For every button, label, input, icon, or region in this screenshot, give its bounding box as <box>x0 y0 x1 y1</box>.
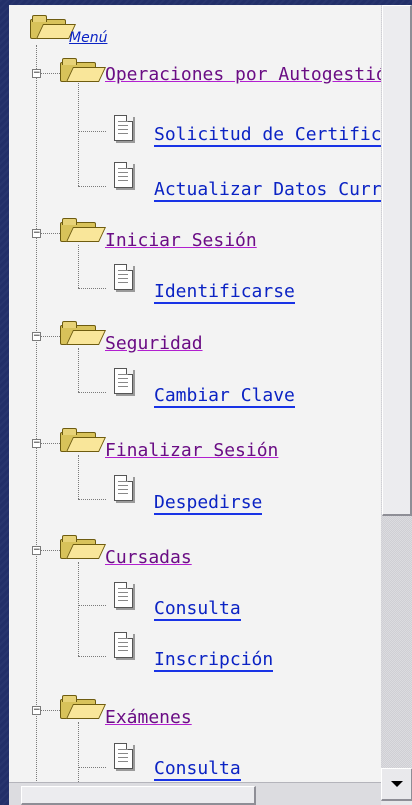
menu-root-link[interactable]: Menú <box>69 30 107 46</box>
vertical-scrollbar[interactable] <box>381 5 412 805</box>
group-folder-icon <box>59 425 106 452</box>
document-icon <box>114 368 133 394</box>
scroll-down-button[interactable] <box>381 768 412 801</box>
menu-tree-panel: Menú − Operaciones por Autogestión Solic… <box>9 5 381 805</box>
document-icon <box>114 475 133 501</box>
group-folder-icon <box>59 215 106 242</box>
item-despedirse-link[interactable]: Despedirse <box>154 493 263 515</box>
group-folder-icon <box>59 55 106 82</box>
root-folder-icon <box>29 12 76 39</box>
group-cursadas-link[interactable]: Cursadas <box>105 547 192 569</box>
scroll-thumb[interactable] <box>382 5 412 516</box>
horizontal-scrollbar[interactable] <box>9 782 381 805</box>
group-seguridad-link[interactable]: Seguridad <box>105 333 203 355</box>
collapse-toggle-icon[interactable]: − <box>32 229 41 238</box>
document-icon <box>114 162 133 188</box>
group-finalizar-sesion-link[interactable]: Finalizar Sesión <box>105 440 278 462</box>
collapse-toggle-icon[interactable]: − <box>32 706 41 715</box>
document-icon <box>114 632 133 658</box>
group-folder-icon <box>59 532 106 559</box>
collapse-toggle-icon[interactable]: − <box>32 332 41 341</box>
group-folder-icon <box>59 318 106 345</box>
document-icon <box>114 582 133 608</box>
tree-trunk-line <box>36 45 37 785</box>
item-cursadas-consulta-link[interactable]: Consulta <box>154 599 241 621</box>
group-folder-icon <box>59 692 106 719</box>
chevron-down-icon <box>390 781 403 787</box>
document-icon <box>114 743 133 769</box>
collapse-toggle-icon[interactable]: − <box>32 69 41 78</box>
scroll-track[interactable] <box>381 5 412 768</box>
item-identificarse-link[interactable]: Identificarse <box>154 282 295 304</box>
collapse-toggle-icon[interactable]: − <box>32 546 41 555</box>
document-icon <box>114 264 133 290</box>
horizontal-scroll-thumb[interactable] <box>21 786 256 805</box>
item-solicitud-certificados-link[interactable]: Solicitud de Certificados <box>154 125 381 147</box>
document-icon <box>114 115 133 141</box>
item-cambiar-clave-link[interactable]: Cambiar Clave <box>154 386 295 408</box>
group-operaciones-link[interactable]: Operaciones por Autogestión <box>105 64 381 86</box>
item-actualizar-datos-link[interactable]: Actualizar Datos Curriculares <box>154 180 381 202</box>
group-iniciar-sesion-link[interactable]: Iniciar Sesión <box>105 230 257 252</box>
item-cursadas-inscripcion-link[interactable]: Inscripción <box>154 650 274 672</box>
item-examenes-consulta-link[interactable]: Consulta <box>154 759 241 781</box>
group-examenes-link[interactable]: Exámenes <box>105 707 192 729</box>
collapse-toggle-icon[interactable]: − <box>32 439 41 448</box>
